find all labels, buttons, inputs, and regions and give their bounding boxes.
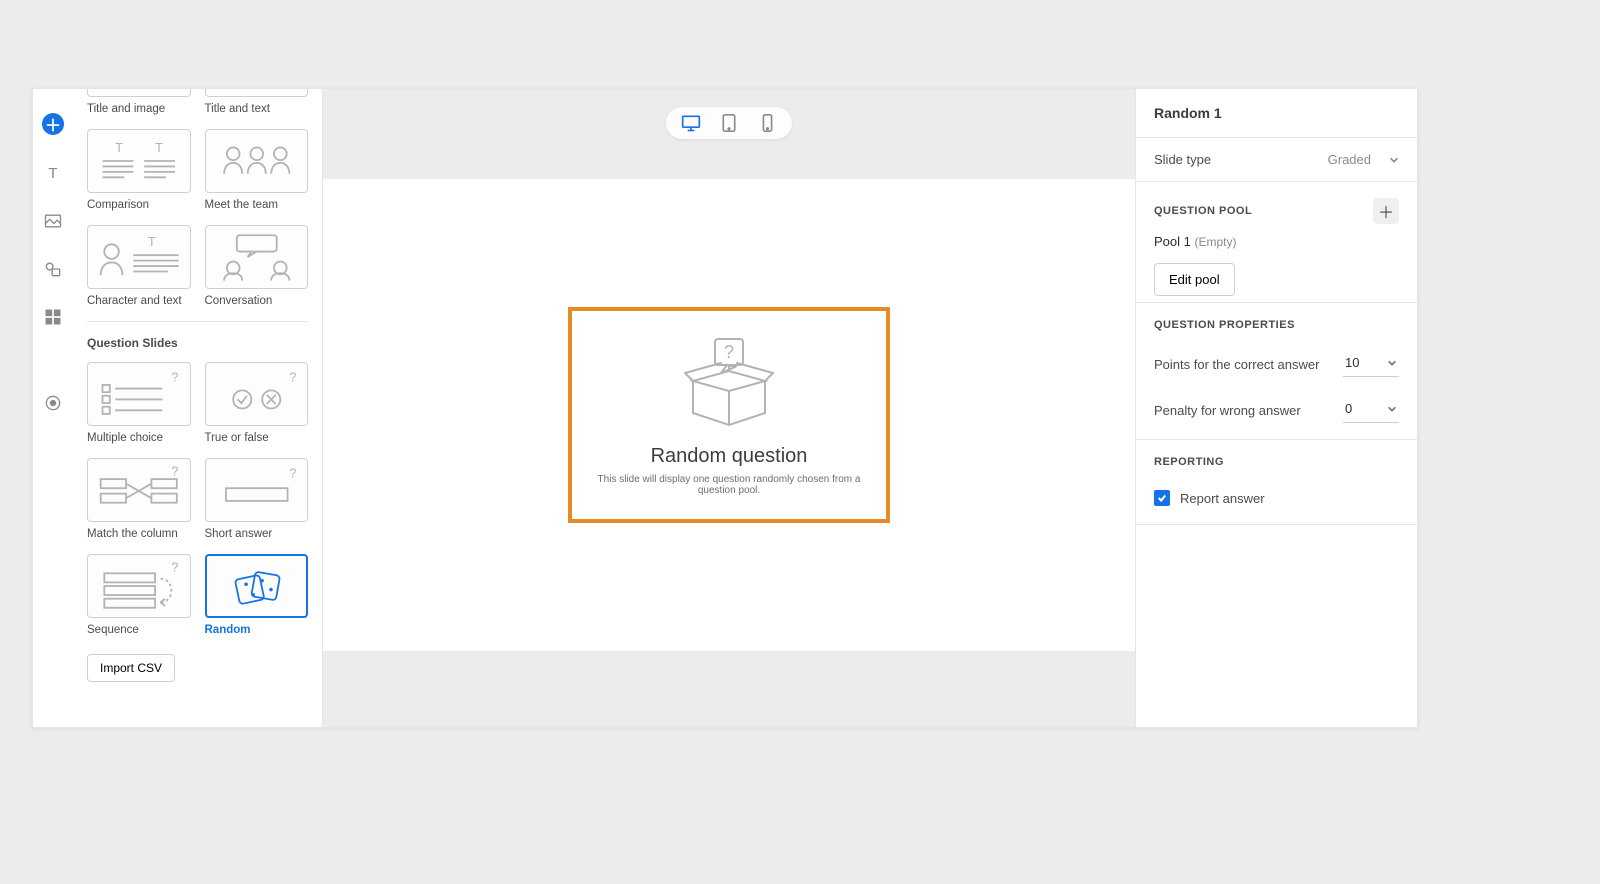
chevron-down-icon (1389, 155, 1399, 165)
slide-type-label: Slide type (1154, 152, 1211, 167)
tile-label: True or false (205, 432, 309, 444)
random-question-box-icon: ? (679, 335, 779, 431)
tile-true-or-false[interactable]: ? True or false (205, 362, 309, 444)
image-tool-icon[interactable] (43, 211, 63, 231)
svg-text:T: T (115, 141, 123, 155)
points-select[interactable]: 10 (1343, 351, 1399, 377)
question-properties-heading: QUESTION PROPERTIES (1154, 319, 1295, 331)
device-desktop-icon[interactable] (680, 112, 702, 134)
tile-label: Match the column (87, 528, 191, 540)
pool-status: (Empty) (1195, 235, 1237, 249)
slide-type-select[interactable]: Graded (1328, 152, 1399, 167)
question-pool-heading: QUESTION POOL (1154, 205, 1252, 217)
add-slide-button[interactable]: ＋ (42, 113, 64, 135)
widgets-tool-icon[interactable] (43, 307, 63, 327)
reporting-heading: REPORTING (1154, 456, 1224, 468)
question-slides-heading: Question Slides (87, 336, 308, 350)
pool-entry: Pool 1 (Empty) (1154, 234, 1399, 249)
placeholder-subtitle: This slide will display one question ran… (592, 474, 866, 496)
svg-text:T: T (148, 235, 156, 249)
tile-label: Conversation (205, 295, 309, 307)
tile-label: Multiple choice (87, 432, 191, 444)
tile-sequence[interactable]: ? Sequence (87, 554, 191, 636)
slide-picker-panel: Title and image Title and text T T Compa… (73, 89, 323, 727)
tile-match-the-column[interactable]: ? Match the column (87, 458, 191, 540)
properties-panel: Random 1 Slide type Graded QUESTION POOL… (1135, 89, 1417, 727)
question-properties-section: QUESTION PROPERTIES Points for the corre… (1136, 302, 1417, 439)
tile-title-and-image[interactable]: Title and image (87, 89, 191, 115)
tile-comparison[interactable]: T T Comparison (87, 129, 191, 211)
random-question-placeholder: ? Random question This slide will displa… (568, 307, 890, 523)
add-pool-button[interactable]: ＋ (1373, 198, 1399, 224)
pool-name: Pool 1 (1154, 234, 1191, 249)
shapes-tool-icon[interactable] (43, 259, 63, 279)
tile-label: Short answer (205, 528, 309, 540)
penalty-select[interactable]: 0 (1343, 397, 1399, 423)
svg-text:T: T (48, 165, 57, 182)
penalty-value: 0 (1345, 401, 1352, 416)
tile-label: Title and text (205, 103, 309, 115)
record-tool-icon[interactable] (43, 393, 63, 413)
tile-short-answer[interactable]: ? Short answer (205, 458, 309, 540)
import-csv-button[interactable]: Import CSV (87, 654, 175, 682)
report-answer-checkbox[interactable] (1154, 490, 1170, 506)
canvas-area: ? Random question This slide will displa… (323, 89, 1135, 727)
svg-text:?: ? (724, 342, 734, 362)
penalty-label: Penalty for wrong answer (1154, 403, 1301, 418)
svg-text:?: ? (171, 561, 178, 575)
tile-random[interactable]: Random (205, 554, 309, 636)
tile-label: Random (205, 624, 309, 636)
question-pool-section: QUESTION POOL ＋ Pool 1 (Empty) Edit pool (1136, 181, 1417, 302)
divider (87, 321, 308, 322)
properties-title: Random 1 (1136, 89, 1417, 138)
reporting-section: REPORTING Report answer (1136, 439, 1417, 525)
device-mobile-icon[interactable] (756, 112, 778, 134)
svg-text:?: ? (289, 370, 296, 384)
tile-multiple-choice[interactable]: ? Multiple choice (87, 362, 191, 444)
tile-title-and-text[interactable]: Title and text (205, 89, 309, 115)
slide-canvas[interactable]: ? Random question This slide will displa… (323, 179, 1135, 651)
slide-type-row: Slide type Graded (1136, 138, 1417, 181)
tile-label: Sequence (87, 624, 191, 636)
tile-label: Character and text (87, 295, 191, 307)
tile-conversation[interactable]: Conversation (205, 225, 309, 307)
tile-label: Title and image (87, 103, 191, 115)
chevron-down-icon (1387, 404, 1397, 414)
points-label: Points for the correct answer (1154, 357, 1319, 372)
edit-pool-button[interactable]: Edit pool (1154, 263, 1235, 296)
device-tablet-icon[interactable] (718, 112, 740, 134)
svg-text:?: ? (171, 370, 178, 384)
tile-label: Meet the team (205, 199, 309, 211)
slide-type-value: Graded (1328, 152, 1371, 167)
placeholder-title: Random question (651, 445, 808, 468)
svg-text:T: T (155, 141, 163, 155)
report-answer-label: Report answer (1180, 491, 1265, 506)
tile-character-and-text[interactable]: T Character and text (87, 225, 191, 307)
device-preview-switch (666, 107, 792, 139)
tile-label: Comparison (87, 199, 191, 211)
text-tool-icon[interactable]: T (43, 163, 63, 183)
chevron-down-icon (1387, 358, 1397, 368)
app-window: ＋ T Title and image Title and text (32, 88, 1418, 728)
svg-text:?: ? (289, 466, 296, 480)
svg-text:?: ? (171, 465, 178, 479)
left-rail: ＋ T (33, 89, 73, 727)
report-answer-row[interactable]: Report answer (1154, 478, 1399, 518)
points-value: 10 (1345, 355, 1359, 370)
tile-meet-the-team[interactable]: Meet the team (205, 129, 309, 211)
